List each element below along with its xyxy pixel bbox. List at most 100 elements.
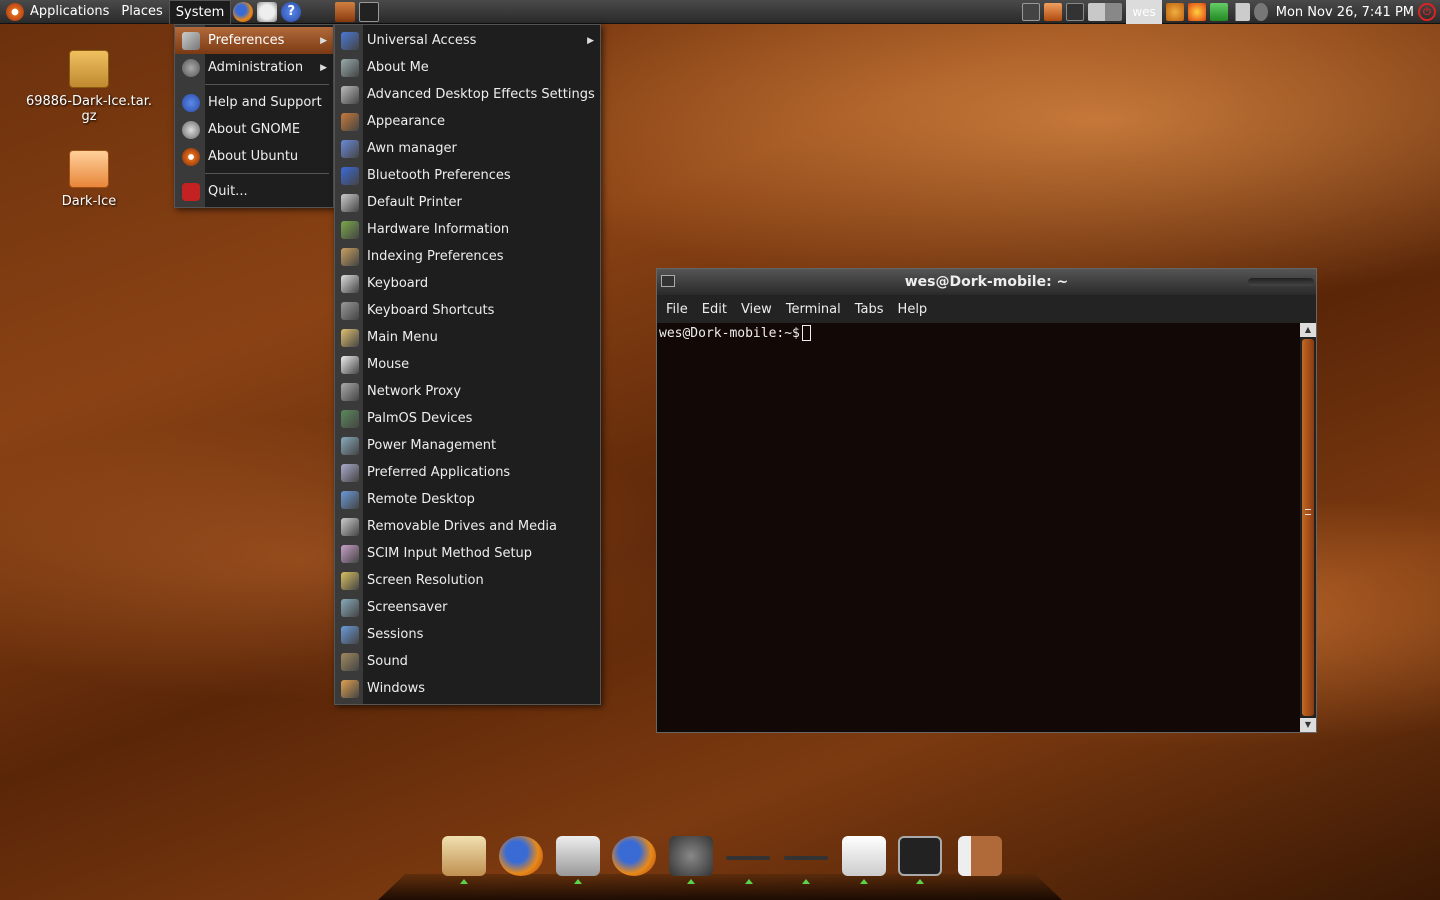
dock-separator bbox=[726, 856, 770, 860]
terminal-dock-icon[interactable] bbox=[898, 836, 942, 876]
menu-item-printer[interactable]: Default Printer bbox=[335, 189, 600, 216]
terminal-menu-terminal[interactable]: Terminal bbox=[779, 302, 848, 317]
menu-item-about-gnome[interactable]: About GNOME bbox=[175, 116, 333, 143]
window-list-icon[interactable] bbox=[1022, 3, 1041, 21]
menu-item-sound[interactable]: Sound bbox=[335, 648, 600, 675]
file-manager-dock-icon[interactable] bbox=[556, 836, 600, 876]
menu-item-preferences[interactable]: Preferences ▶ bbox=[175, 27, 333, 54]
volume-icon[interactable] bbox=[1253, 3, 1268, 21]
desktop-icon-label: Dark-Ice bbox=[61, 194, 117, 209]
sound-icon bbox=[341, 652, 359, 671]
network-signal-icon[interactable] bbox=[1231, 3, 1250, 21]
dock-separator bbox=[784, 856, 828, 860]
terminal-menu-tabs[interactable]: Tabs bbox=[848, 302, 891, 317]
terminal-titlebar[interactable]: wes@Dork-mobile: ~ bbox=[657, 269, 1316, 295]
terminal-launcher-icon[interactable] bbox=[359, 1, 380, 22]
hardware-info-icon bbox=[341, 220, 359, 239]
menu-item-keyboard-shortcuts[interactable]: Keyboard Shortcuts bbox=[335, 297, 600, 324]
preferences-submenu: Universal Access ▶ About Me Advanced Deskto… bbox=[334, 24, 601, 705]
terminal-menu-help[interactable]: Help bbox=[891, 302, 935, 317]
show-desktop-icon[interactable] bbox=[1066, 3, 1085, 21]
folder-icon bbox=[69, 150, 109, 188]
screenshot-dock-icon[interactable] bbox=[958, 836, 1002, 876]
mouse-icon bbox=[341, 355, 359, 374]
mail-launcher-icon[interactable] bbox=[257, 1, 278, 22]
menu-item-label: Bluetooth Preferences bbox=[367, 168, 511, 183]
menu-item-label: Administration bbox=[208, 60, 304, 75]
workspace-switcher[interactable] bbox=[1088, 3, 1123, 21]
scroll-up-icon[interactable]: ▲ bbox=[1300, 323, 1316, 337]
desktop-icon-folder[interactable]: Dark-Ice bbox=[24, 150, 154, 209]
desktop-icon-archive[interactable]: 69886-Dark-Ice.tar. gz bbox=[24, 50, 154, 124]
terminal-menu-file[interactable]: File bbox=[659, 302, 695, 317]
window-menu-icon[interactable] bbox=[661, 275, 675, 287]
firefox-dock-icon[interactable] bbox=[499, 836, 543, 876]
menu-item-mouse[interactable]: Mouse bbox=[335, 351, 600, 378]
battery-icon[interactable] bbox=[1209, 3, 1228, 21]
printer-icon bbox=[341, 193, 359, 212]
menu-item-help[interactable]: Help and Support bbox=[175, 89, 333, 116]
menu-item-awn-manager[interactable]: Awn manager bbox=[335, 135, 600, 162]
firefox-window-dock-icon[interactable] bbox=[612, 836, 656, 876]
menu-item-bluetooth[interactable]: Bluetooth Preferences bbox=[335, 162, 600, 189]
power-icon[interactable]: ⏻ bbox=[1418, 3, 1436, 21]
menu-item-palm-device[interactable]: PalmOS Devices bbox=[335, 405, 600, 432]
menu-item-label: Keyboard Shortcuts bbox=[367, 303, 495, 318]
menu-item-screen-resolution[interactable]: Screen Resolution bbox=[335, 567, 600, 594]
update-notifier-icon[interactable] bbox=[1044, 3, 1063, 21]
remote-desktop-icon bbox=[341, 490, 359, 509]
menu-item-scim[interactable]: SCIM Input Method Setup bbox=[335, 540, 600, 567]
menu-item-about-me[interactable]: About Me bbox=[335, 54, 600, 81]
menu-item-remote-desktop[interactable]: Remote Desktop bbox=[335, 486, 600, 513]
firefox-launcher-icon[interactable] bbox=[233, 1, 254, 22]
terminal-scrollbar[interactable]: ▲ ▼ bbox=[1300, 323, 1316, 732]
package-installer-icon[interactable] bbox=[442, 836, 486, 876]
menu-item-windows[interactable]: Windows bbox=[335, 675, 600, 702]
bluetooth-icon bbox=[341, 166, 359, 185]
menu-item-administration[interactable]: Administration ▶ bbox=[175, 54, 333, 81]
menu-item-power-management[interactable]: Power Management bbox=[335, 432, 600, 459]
terminal-menu-view[interactable]: View bbox=[734, 302, 779, 317]
user-switcher[interactable]: wes bbox=[1126, 0, 1162, 24]
notification-icon[interactable] bbox=[1187, 3, 1206, 21]
compiz-fusion-icon[interactable] bbox=[1165, 3, 1184, 21]
system-menu[interactable]: System bbox=[168, 0, 232, 24]
menu-item-hardware-info[interactable]: Hardware Information bbox=[335, 216, 600, 243]
terminal-title: wes@Dork-mobile: ~ bbox=[904, 274, 1069, 290]
text-editor-dock-icon[interactable] bbox=[842, 836, 886, 876]
awn-dock bbox=[378, 874, 1062, 900]
menu-item-label: Network Proxy bbox=[367, 384, 462, 399]
menu-item-network-proxy[interactable]: Network Proxy bbox=[335, 378, 600, 405]
applications-menu[interactable]: Applications bbox=[0, 0, 115, 24]
scroll-down-icon[interactable]: ▼ bbox=[1300, 718, 1316, 732]
menu-item-label: Advanced Desktop Effects Settings bbox=[367, 87, 595, 102]
windows-icon bbox=[341, 679, 359, 698]
menu-item-label: Screen Resolution bbox=[367, 573, 484, 588]
gimp-dock-icon[interactable] bbox=[669, 836, 713, 876]
places-menu[interactable]: Places bbox=[115, 0, 168, 24]
menu-item-label: Quit... bbox=[208, 184, 248, 199]
menu-item-sessions[interactable]: Sessions bbox=[335, 621, 600, 648]
menu-item-keyboard[interactable]: Keyboard bbox=[335, 270, 600, 297]
terminal-output[interactable]: wes@Dork-mobile:~$ bbox=[657, 323, 1300, 732]
screenshot-launcher-icon[interactable] bbox=[335, 1, 356, 22]
menu-item-label: PalmOS Devices bbox=[367, 411, 473, 426]
menu-item-appearance[interactable]: Appearance bbox=[335, 108, 600, 135]
menu-item-indexing[interactable]: Indexing Preferences bbox=[335, 243, 600, 270]
menu-item-accessibility[interactable]: Universal Access ▶ bbox=[335, 27, 600, 54]
menu-item-quit[interactable]: Quit... bbox=[175, 178, 333, 205]
menu-item-desktop-effects[interactable]: Advanced Desktop Effects Settings bbox=[335, 81, 600, 108]
help-launcher-icon[interactable]: ? bbox=[281, 1, 302, 22]
menu-item-preferred-apps[interactable]: Preferred Applications bbox=[335, 459, 600, 486]
terminal-menu-edit[interactable]: Edit bbox=[695, 302, 734, 317]
clock[interactable]: Mon Nov 26, 7:41 PM bbox=[1276, 5, 1414, 20]
awn-manager-icon bbox=[341, 139, 359, 158]
menu-item-about-ubuntu[interactable]: About Ubuntu bbox=[175, 143, 333, 170]
indexing-icon bbox=[341, 247, 359, 266]
menu-item-screensaver[interactable]: Screensaver bbox=[335, 594, 600, 621]
menu-item-label: Awn manager bbox=[367, 141, 457, 156]
window-controls[interactable] bbox=[1248, 278, 1314, 286]
menu-item-removable-drives[interactable]: Removable Drives and Media bbox=[335, 513, 600, 540]
scrollbar-thumb[interactable] bbox=[1302, 339, 1314, 716]
menu-item-main-menu[interactable]: Main Menu bbox=[335, 324, 600, 351]
